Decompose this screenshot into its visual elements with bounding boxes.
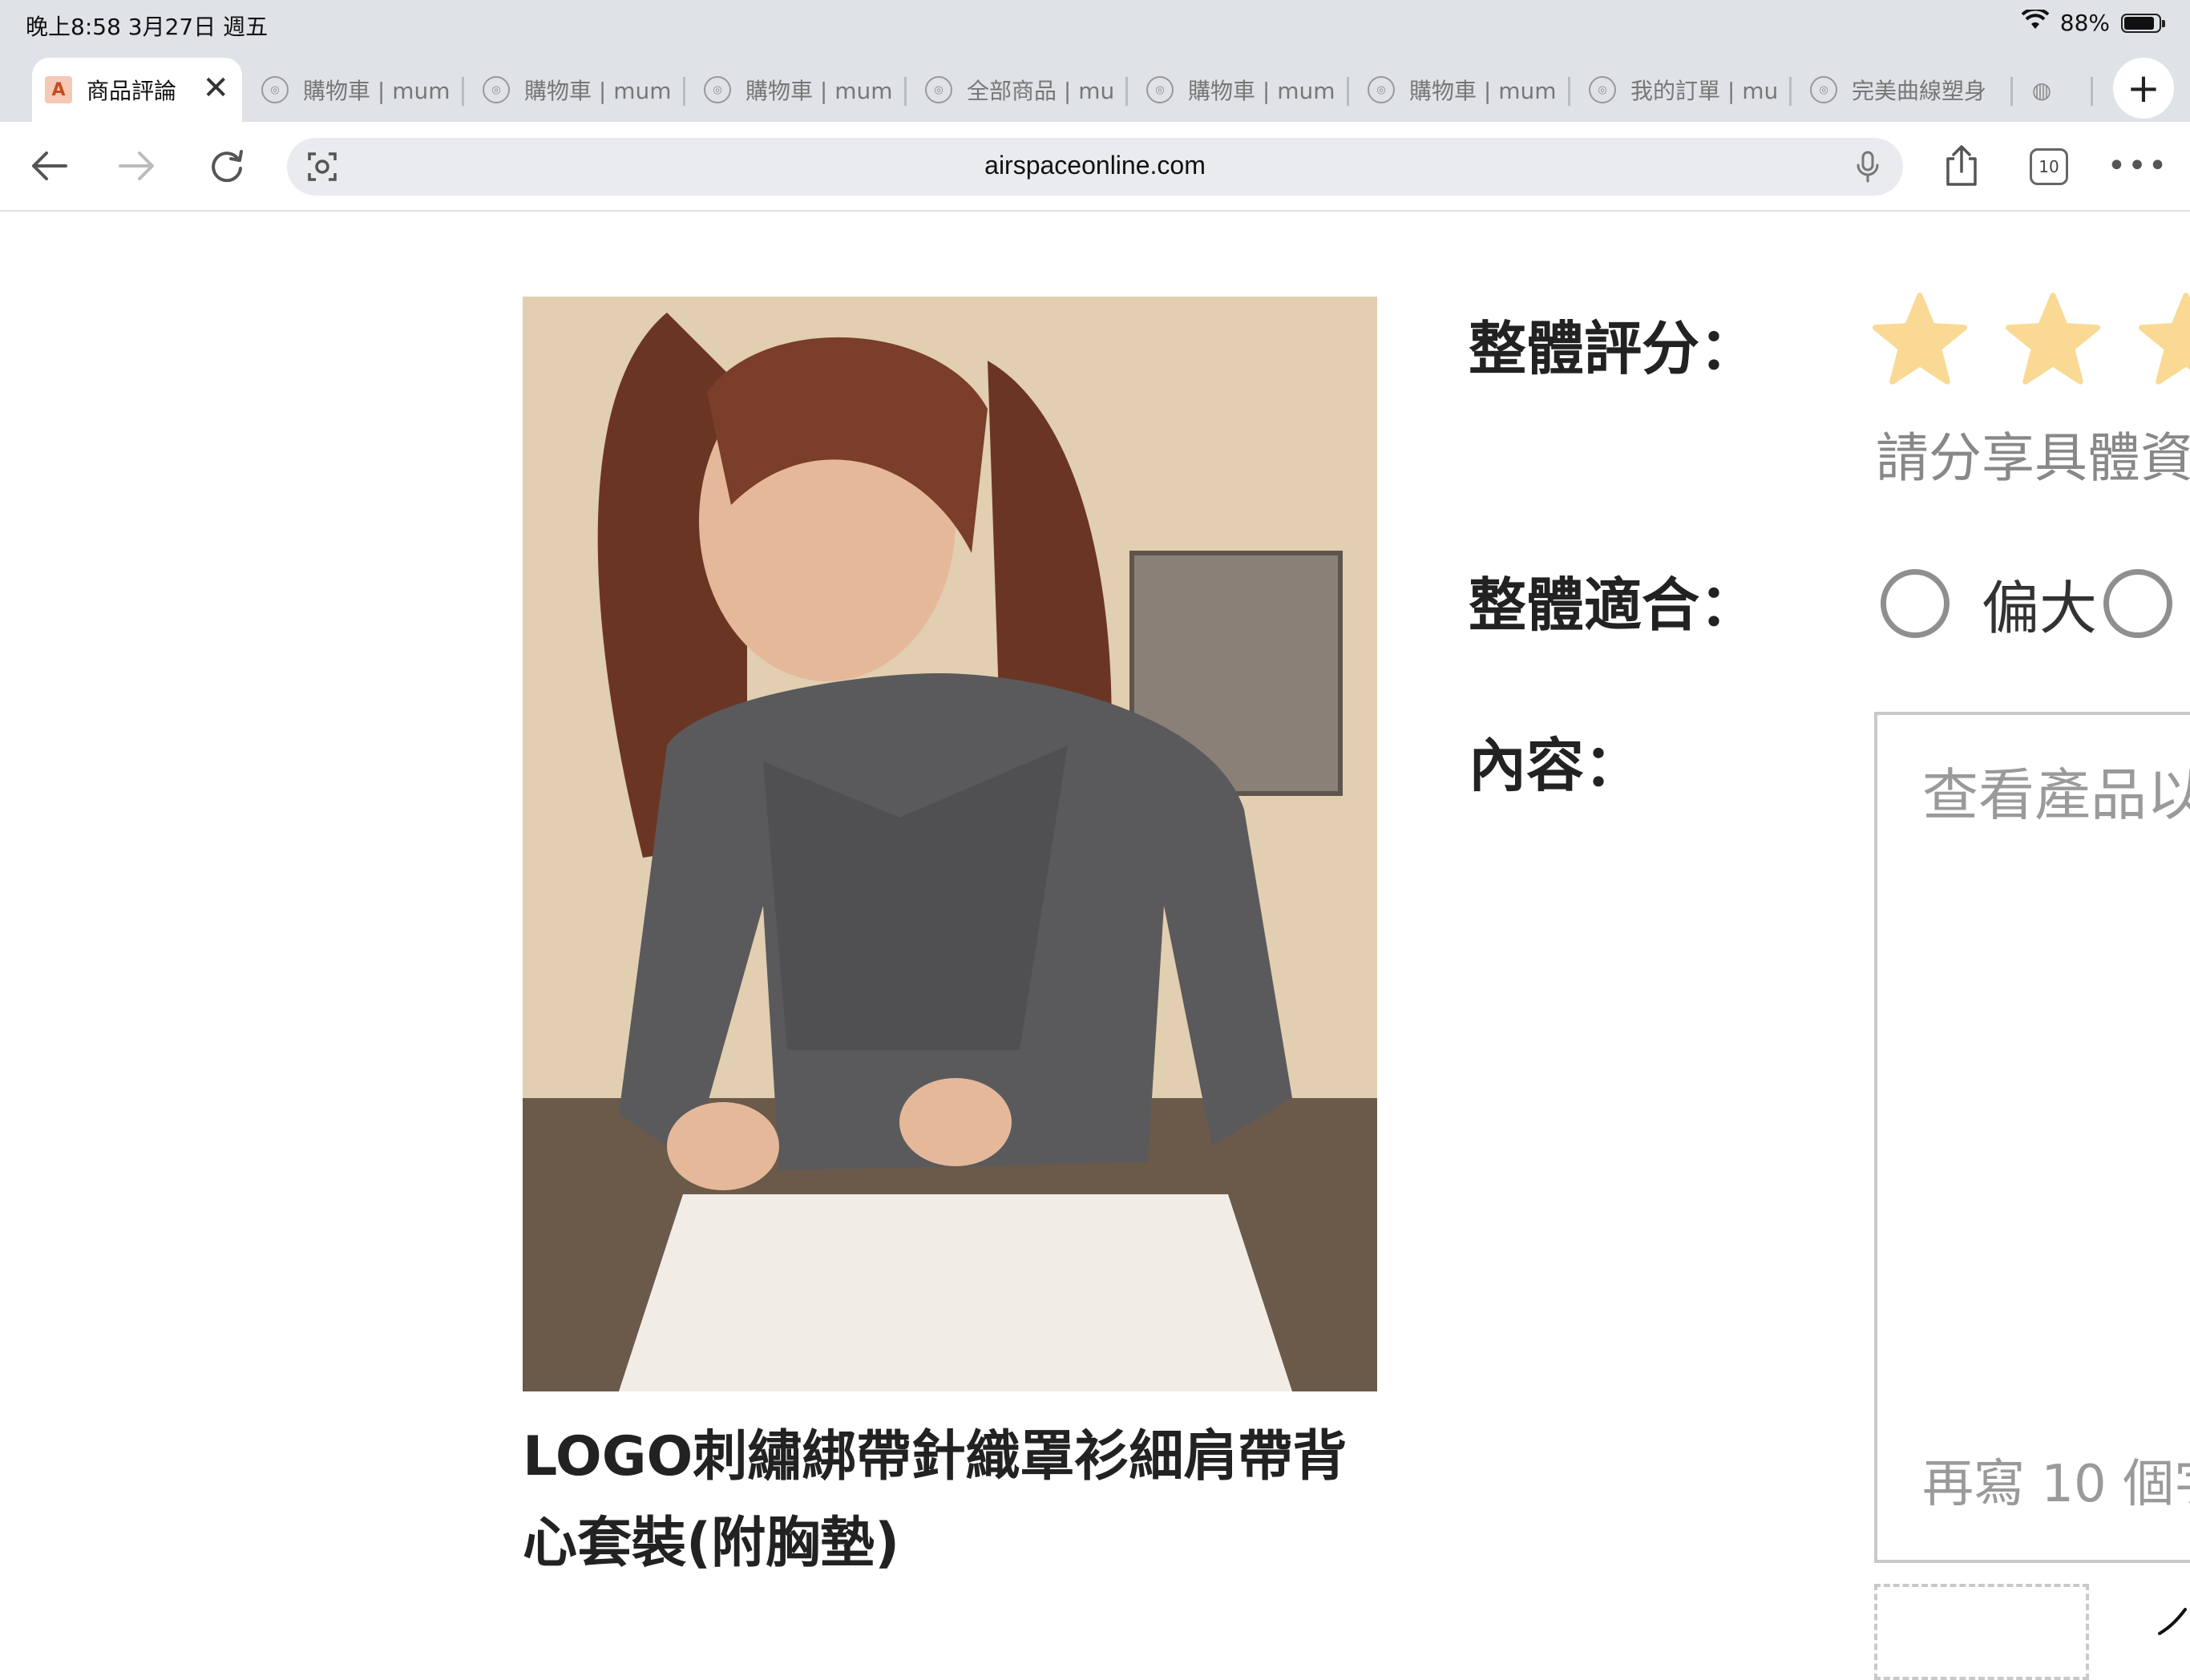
content-label: 內容： bbox=[1469, 732, 1642, 799]
star-rating bbox=[1873, 292, 2190, 386]
fit-options: 偏大 bbox=[1881, 561, 2173, 645]
tab-cart-3[interactable]: ◎ 購物車 | mum bbox=[704, 58, 893, 122]
arrow-left-icon bbox=[32, 151, 67, 180]
address-bar[interactable]: airspaceonline.com bbox=[287, 138, 1903, 196]
fit-radio-next[interactable] bbox=[2103, 568, 2173, 638]
status-indicators: 88% bbox=[2021, 7, 2165, 36]
share-icon bbox=[1946, 145, 1977, 186]
tab-bar: A 商品評論 ✕ ◎ 購物車 | mum ◎ 購物車 | mum ◎ 購物車 |… bbox=[0, 53, 2190, 122]
tab-title: 完美曲線塑身 bbox=[1852, 78, 1987, 104]
tab-cart-4[interactable]: ◎ 購物車 | mum bbox=[1146, 58, 1335, 122]
mumu-logo-icon: ◎ bbox=[483, 76, 510, 103]
tab-globe[interactable]: ◍ bbox=[2028, 58, 2068, 122]
mumu-logo-icon: ◎ bbox=[1810, 76, 1837, 103]
tab-separator bbox=[683, 77, 685, 106]
product-photo[interactable] bbox=[523, 297, 1377, 1391]
url-text: airspaceonline.com bbox=[984, 151, 1206, 180]
tab-separator bbox=[1125, 77, 1128, 106]
tab-title: 我的訂單 | mu bbox=[1630, 78, 1778, 104]
tab-title: 商品評論 bbox=[87, 78, 177, 104]
tab-separator bbox=[2091, 77, 2093, 106]
tab-title: 購物車 | mum bbox=[1188, 78, 1335, 104]
mumu-logo-icon: ◎ bbox=[1146, 76, 1174, 103]
reload-button[interactable] bbox=[199, 138, 255, 194]
photo-upload-box[interactable] bbox=[1874, 1584, 2089, 1680]
tab-my-orders[interactable]: ◎ 我的訂單 | mu bbox=[1589, 58, 1778, 122]
rating-hint: 請分享具體資 bbox=[1876, 427, 2190, 489]
battery-icon bbox=[2121, 13, 2165, 33]
battery-percent: 88% bbox=[2059, 10, 2110, 36]
tab-shapewear[interactable]: ◎ 完美曲線塑身 bbox=[1810, 58, 1999, 122]
reload-icon bbox=[212, 150, 243, 183]
share-button[interactable] bbox=[1933, 138, 1990, 194]
tab-separator bbox=[1568, 77, 1570, 106]
tab-title: 全部商品 | mu bbox=[967, 78, 1114, 104]
arrow-right-icon bbox=[119, 151, 154, 180]
microphone-icon[interactable] bbox=[1850, 149, 1885, 184]
tab-overview-button[interactable]: 10 bbox=[2030, 148, 2068, 185]
tab-separator bbox=[462, 77, 464, 106]
mumu-logo-icon: ◎ bbox=[1589, 76, 1616, 103]
star-1-icon[interactable] bbox=[1873, 292, 1967, 386]
more-menu-button[interactable]: ••• bbox=[2107, 138, 2169, 194]
product-title: LOGO刺繡綁帶針織罩衫細肩帶背心套裝(附胸墊) bbox=[523, 1425, 1348, 1575]
content-textarea[interactable]: 查看產品以 再寫 10 個字 bbox=[1874, 712, 2190, 1563]
product-photo-illustration bbox=[523, 297, 1377, 1391]
wifi-icon bbox=[2021, 7, 2050, 36]
tab-all-products[interactable]: ◎ 全部商品 | mu bbox=[925, 58, 1114, 122]
content-char-counter: 再寫 10 個字 bbox=[1922, 1455, 2190, 1514]
star-3-icon[interactable] bbox=[2139, 292, 2190, 386]
browser-toolbar: airspaceonline.com 10 ••• bbox=[0, 122, 2190, 212]
tab-title: 購物車 | mum bbox=[1409, 78, 1557, 104]
star-2-icon[interactable] bbox=[2006, 292, 2100, 386]
tab-title: 購物車 | mum bbox=[303, 78, 451, 104]
tab-separator bbox=[904, 77, 907, 106]
tab-title: 購物車 | mum bbox=[524, 78, 672, 104]
content-placeholder: 查看產品以 bbox=[1922, 762, 2190, 828]
fit-option-label: 偏大 bbox=[1982, 575, 2098, 642]
pencil-stroke-icon bbox=[2158, 1608, 2187, 1635]
mumu-logo-icon: ◎ bbox=[1368, 76, 1395, 103]
fit-label: 整體適合： bbox=[1469, 571, 1758, 639]
mumu-logo-icon: ◎ bbox=[704, 76, 731, 103]
rating-label: 整體評分： bbox=[1469, 315, 1758, 382]
tab-title: 購物車 | mum bbox=[745, 78, 893, 104]
airspace-a-icon: A bbox=[45, 76, 72, 103]
tab-cart-5[interactable]: ◎ 購物車 | mum bbox=[1368, 58, 1557, 122]
tab-cart-2[interactable]: ◎ 購物車 | mum bbox=[483, 58, 672, 122]
status-bar: 晚上8:58 3月27日 週五 88% bbox=[0, 0, 2190, 53]
close-tab-icon[interactable]: ✕ bbox=[202, 72, 229, 104]
forward-button[interactable] bbox=[109, 138, 165, 194]
tab-separator bbox=[1347, 77, 1349, 106]
battery-level bbox=[2124, 16, 2154, 30]
mumu-logo-icon: ◎ bbox=[261, 76, 289, 103]
tab-cart-1[interactable]: ◎ 購物車 | mum bbox=[261, 58, 451, 122]
status-time-date: 晚上8:58 3月27日 週五 bbox=[26, 14, 269, 40]
tab-separator bbox=[1789, 77, 1792, 106]
globe-icon: ◍ bbox=[2031, 76, 2052, 103]
mumu-logo-icon: ◎ bbox=[925, 76, 952, 103]
new-tab-button[interactable]: + bbox=[2113, 58, 2174, 119]
fit-radio-large[interactable] bbox=[1881, 568, 1950, 638]
back-button[interactable] bbox=[21, 138, 77, 194]
tab-product-review[interactable]: A 商品評論 ✕ bbox=[32, 58, 242, 122]
ellipsis-icon: ••• bbox=[2107, 147, 2169, 184]
tab-separator bbox=[2010, 77, 2013, 106]
